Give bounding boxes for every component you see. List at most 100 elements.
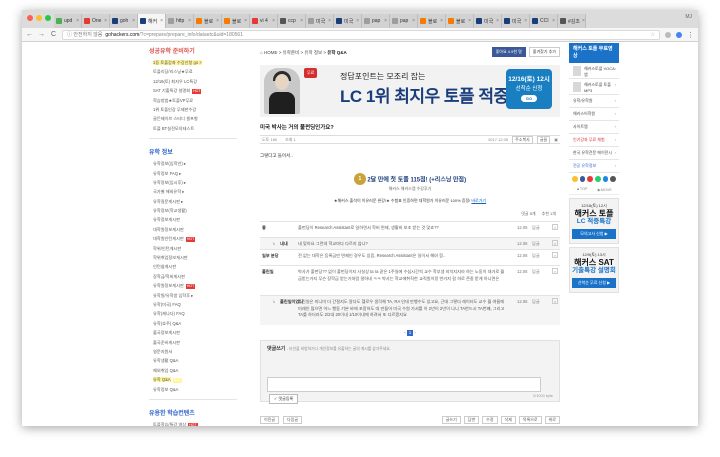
facebook-like-button[interactable]: 좋아요 4.9천 명 (491, 47, 526, 57)
promo-review[interactable]: 1 2달 만에 첫 토플 115점! (+리스닝 만점) 해커스 해커스랩 수강… (310, 173, 510, 204)
lnb-item[interactable]: 유학(캐나다) FAQ (153, 309, 243, 318)
lnb-item[interactable]: 유학정보 FAQ ▸ (153, 169, 243, 178)
delete-comment-icon[interactable]: × (552, 224, 558, 230)
promo-banner[interactable]: 무료 정답포인트는 모조리 잡는 LC 1위 최지우 토플 적중특강 12/16… (260, 65, 560, 117)
lnb-item[interactable]: 유학생활 Q&A (153, 356, 243, 365)
comment-reply-button[interactable]: 답글 (532, 225, 540, 231)
close-tab-icon[interactable]: × (552, 18, 555, 24)
close-tab-icon[interactable]: × (468, 18, 471, 24)
lnb-item[interactable]: 토플학습/특강 영상 HOT (153, 420, 243, 426)
ad-cta-button[interactable]: 선착순 무료 신청 ▶ (572, 278, 616, 288)
comment-reply-button[interactable]: 답글 (532, 269, 540, 275)
address-input[interactable]: ⓘ 안전하지 않음 gohackers.com/?c=prepare/prepa… (62, 29, 660, 40)
ad-cta-button[interactable]: 모의고사 신청 ▶ (572, 229, 616, 239)
close-tab-icon[interactable]: × (188, 18, 191, 24)
browser-tab[interactable]: 블로 × (194, 14, 222, 28)
bookmark-star-icon[interactable]: ☆ (651, 32, 655, 38)
edit-button[interactable]: 수정 (482, 416, 498, 424)
breadcrumb-home[interactable]: HOME (264, 50, 278, 55)
lnb-item[interactable]: 출국정보게시판 (153, 328, 243, 337)
breadcrumb-item[interactable]: 유학준비 (283, 50, 300, 55)
lnb-item[interactable]: 대학원인턴게시판 HOT (153, 234, 243, 243)
browser-tab[interactable]: 미국 × (474, 14, 502, 28)
delete-button[interactable]: 삭제 (500, 416, 516, 424)
lnb-item[interactable]: 해외취업 Q&A (153, 366, 243, 375)
browser-tab[interactable]: 블로 × (418, 14, 446, 28)
top-button[interactable]: 위로 (544, 416, 560, 424)
extension-icon[interactable] (665, 31, 671, 38)
browser-tab[interactable]: One × (82, 14, 110, 28)
kakao-icon[interactable] (572, 176, 578, 182)
close-tab-icon[interactable]: × (524, 18, 527, 24)
comment-input[interactable] (267, 377, 541, 392)
ad-sat[interactable]: 12/9(토) 13시 해커스 SAT 기출특강 설명회 선착순 무료 신청 ▶ (569, 247, 619, 293)
delete-comment-icon[interactable]: × (552, 298, 558, 304)
current-page[interactable]: 1 (407, 330, 413, 336)
browser-tab[interactable]: goh × (110, 14, 138, 28)
lnb-item[interactable]: SAT 기출특강 설명회 HOT (153, 86, 243, 95)
lnb-item[interactable]: 국가별 해외유학 ▸ (153, 187, 243, 196)
security-indicator[interactable]: ⓘ 안전하지 않음 (67, 31, 102, 38)
browser-tab[interactable]: http × (166, 14, 194, 28)
delete-comment-icon[interactable]: × (552, 268, 558, 274)
browser-tab[interactable]: CCI × (530, 14, 558, 28)
close-tab-icon[interactable]: × (412, 18, 415, 24)
lnb-item[interactable]: 유학정보(입시후) ▸ (153, 178, 243, 187)
copy-url-button[interactable]: 주소복사 (512, 135, 533, 144)
lnb-item[interactable]: 유학원/유학생 입학후 ▸ (153, 291, 243, 300)
close-tab-icon[interactable]: × (356, 18, 359, 24)
lnb-item[interactable]: 토플 BT실전모의테스트 (153, 124, 243, 133)
lnb-item[interactable]: 출국준비게시판 (153, 338, 243, 347)
lnb-item[interactable]: 유학정보(입학안) ▸ (153, 159, 243, 168)
browser-tab[interactable]: pap × (362, 14, 390, 28)
profile-badge[interactable]: MJ (685, 14, 692, 20)
lnb-item[interactable]: 영문지원서 (153, 347, 243, 356)
quick-link[interactable]: 해커스토플 VOCA 앱 › (569, 63, 619, 79)
browser-tab[interactable]: 미국 × (502, 14, 530, 28)
lnb-item[interactable]: 유학원정보게시판 HOT (153, 281, 243, 290)
comment-submit-button[interactable]: ✓ 댓글등록 (269, 394, 299, 404)
breadcrumb-item[interactable]: 유학 정보 (304, 50, 322, 55)
font-size-button[interactable]: 글꼴 (536, 135, 551, 144)
close-tab-icon[interactable]: × (104, 18, 107, 24)
browser-tab[interactable]: ccp × (278, 14, 306, 28)
banner-cta-button[interactable]: 12/16(토) 12시 선착순 신청 GO (506, 69, 552, 109)
quick-link[interactable]: 해커스토플 토플 MP3 › (569, 79, 619, 95)
list-button[interactable]: 목록으로 (518, 416, 542, 424)
lnb-item[interactable]: 장학금/학비게시판 (153, 272, 243, 281)
quick-link[interactable]: 사이트맵 › (569, 121, 619, 134)
lnb-item[interactable]: 1등 토플강좌 수강신청 go > (153, 58, 243, 67)
instagram-icon[interactable] (610, 176, 617, 182)
close-tab-icon[interactable]: × (244, 18, 247, 24)
close-tab-icon[interactable]: × (216, 18, 219, 24)
ad-toefl-lc[interactable]: 12/16(토) 12시 해커스 토플 LC 적중특강 모의고사 신청 ▶ (569, 198, 619, 244)
comment-author[interactable]: 일부 분당 (262, 253, 279, 259)
close-tab-icon[interactable]: × (160, 18, 163, 24)
browser-tab[interactable]: vi 4 × (250, 14, 278, 28)
reload-button[interactable]: C (50, 31, 57, 38)
close-tab-icon[interactable]: × (328, 18, 331, 24)
lnb-item[interactable]: 유학 Q&A HOT (153, 375, 243, 384)
lnb-item[interactable]: 학위/인턴게시판 (153, 244, 243, 253)
bookmark-button[interactable]: 즐겨찾기 추가 (528, 47, 560, 57)
close-tab-icon[interactable]: × (582, 18, 585, 24)
close-tab-icon[interactable]: × (272, 18, 275, 24)
cta-go-button[interactable]: GO (520, 95, 538, 102)
browser-tab[interactable]: 해커 × (138, 14, 166, 28)
blog-icon[interactable] (602, 176, 609, 182)
comment-author[interactable]: 좋 (262, 225, 266, 231)
lnb-item[interactable]: 유학정보 Q&A (153, 385, 243, 394)
close-tab-icon[interactable]: × (384, 18, 387, 24)
quick-link[interactable]: 해커스어학원 › (569, 108, 619, 121)
lnb-item[interactable]: 인턴쉽게시판 (153, 262, 243, 271)
lnb-item[interactable]: 12/16(토) 최지우 LC특강 (153, 77, 243, 86)
forward-button[interactable]: → (38, 31, 45, 38)
move-link[interactable]: ▶MOVE (598, 187, 612, 192)
browser-tab[interactable]: #김조 × (558, 14, 586, 28)
comment-reply-button[interactable]: 답글 (532, 253, 540, 259)
prev-page-button[interactable]: ‹ (404, 330, 406, 335)
lnb-item[interactable]: 유학질문게시판 ▸ (153, 197, 243, 206)
post-author[interactable]: 도토 160 (262, 137, 277, 143)
lnb-item[interactable]: 토플리딩/리스닝★무료 (153, 67, 243, 76)
delete-comment-icon[interactable]: × (552, 252, 558, 258)
